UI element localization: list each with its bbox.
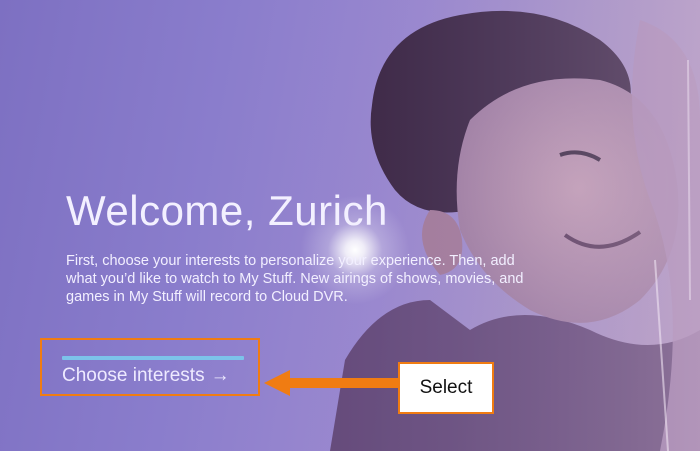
choose-interests-label: Choose interests → (62, 365, 230, 387)
focus-indicator (62, 356, 244, 360)
select-annotation: Select (398, 362, 494, 414)
welcome-title: Welcome, Zurich (66, 187, 388, 234)
choose-interests-text: Choose interests (62, 365, 205, 386)
tv-screen: Welcome, Zurich First, choose your inter… (0, 0, 700, 451)
arrow-right-icon: → (210, 365, 230, 386)
choose-interests-button[interactable]: Choose interests → (40, 338, 260, 396)
orange-arrow-left-icon (264, 370, 398, 396)
welcome-description: First, choose your interests to personal… (66, 253, 524, 305)
